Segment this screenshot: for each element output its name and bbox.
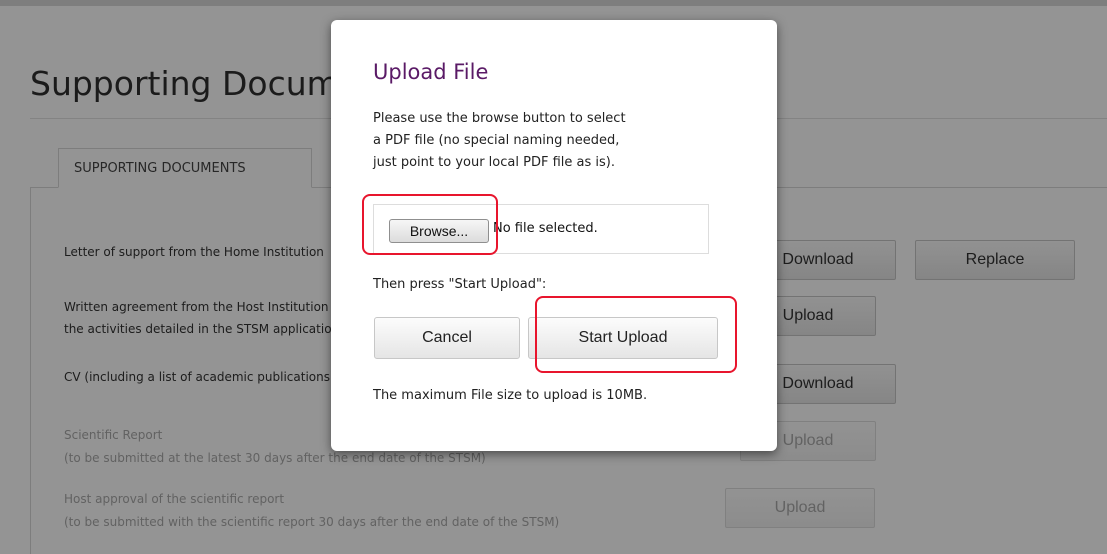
start-upload-button[interactable]: Start Upload: [528, 317, 718, 359]
instructions-line: just point to your local PDF file as is)…: [373, 155, 615, 170]
file-status-text: No file selected.: [493, 221, 598, 236]
file-input[interactable]: Browse... No file selected.: [373, 204, 709, 254]
max-size-note: The maximum File size to upload is 10MB.: [373, 388, 648, 403]
then-press-text: Then press "Start Upload":: [373, 277, 547, 292]
cancel-button[interactable]: Cancel: [374, 317, 520, 359]
upload-file-dialog: Upload File Please use the browse button…: [331, 20, 777, 451]
instructions-line: Please use the browse button to select: [373, 111, 626, 126]
browse-button[interactable]: Browse...: [389, 219, 489, 243]
dialog-title: Upload File: [373, 60, 489, 84]
instructions-line: a PDF file (no special naming needed,: [373, 133, 620, 148]
